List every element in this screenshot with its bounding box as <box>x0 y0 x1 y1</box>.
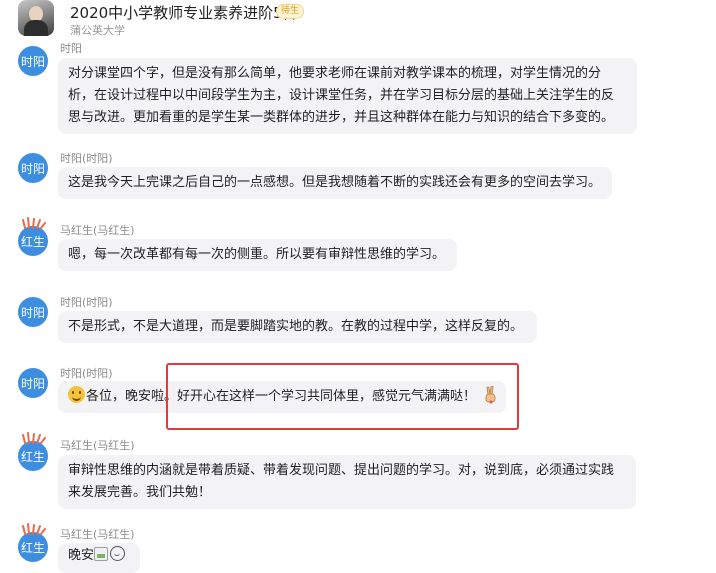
message-line: 思与改进。更加看重的是学生某一类群体的进步，并且这种群体在能力与知识的结合下多变… <box>68 110 615 125</box>
broken-image-icon <box>94 547 109 561</box>
message-line: 晚安 <box>68 548 95 563</box>
message-bubble: 对分课堂四个字，但是没有那么简单，他要求老师在课前对教学课本的梳理，对学生情况的… <box>58 58 637 134</box>
sender-name: 时阳 <box>60 42 82 55</box>
message-line: 不是形式，不是大道理，而是要脚踏实地的教。在教的过程中学，这样反复的。 <box>68 319 524 334</box>
sparkle-decoration-icon <box>22 432 46 444</box>
avatar[interactable]: 红生 <box>18 432 48 471</box>
group-subtitle: 蒲公英大学 <box>70 24 125 37</box>
sender-name: 马红生(马红生) <box>60 439 135 452</box>
message-bubble: 晚安 <box>58 543 140 573</box>
message-line: 这是我今天上完课之后自己的一点感想。但是我想随着不断的实践还会有更多的空间去学习… <box>68 175 602 190</box>
sender-name: 马红生(马红生) <box>60 528 135 541</box>
avatar[interactable]: 时阳 <box>18 46 48 76</box>
group-title: 2020中小学教师专业素养进阶5群 <box>70 4 298 22</box>
message-line: 审辩性思维的内涵就是带着质疑、带着发现问题、提出问题的学习。对，说到底，必须通过… <box>68 463 615 478</box>
highlight-annotation-box <box>166 363 519 430</box>
group-avatar[interactable] <box>18 0 54 36</box>
avatar[interactable]: 红生 <box>18 523 48 562</box>
message-line: 嗯，每一次改革都有每一次的侧重。所以要有审辩性思维的学习。 <box>68 247 446 262</box>
avatar[interactable]: 时阳 <box>18 368 48 398</box>
message-bubble: 这是我今天上完课之后自己的一点感想。但是我想随着不断的实践还会有更多的空间去学习… <box>58 167 612 199</box>
avatar[interactable]: 时阳 <box>18 297 48 327</box>
message-bubble: 不是形式，不是大道理，而是要脚踏实地的教。在教的过程中学，这样反复的。 <box>58 311 537 343</box>
group-badge: 待生 <box>276 4 305 19</box>
message-bubble: 嗯，每一次改革都有每一次的侧重。所以要有审辩性思维的学习。 <box>58 239 457 271</box>
sparkle-decoration-icon <box>22 523 46 535</box>
smiling-face-emoji-icon <box>68 386 85 403</box>
sender-name: 时阳(时阳) <box>60 296 113 309</box>
message-line: 析，在设计过程中以中间段学生为主，设计课堂任务，并在学习目标分层的基础上关注学生… <box>68 88 615 103</box>
chat-header: 2020中小学教师专业素养进阶5群 待生 蒲公英大学 <box>0 0 716 40</box>
message-line: 来发展完善。我们共勉！ <box>68 485 212 500</box>
sender-name: 时阳(时阳) <box>60 367 113 380</box>
avatar[interactable]: 时阳 <box>18 153 48 183</box>
message-line: 对分课堂四个字，但是没有那么简单，他要求老师在课前对教学课本的梳理，对学生情况的… <box>68 66 602 81</box>
avatar[interactable]: 红生 <box>18 217 48 256</box>
sender-name: 时阳(时阳) <box>60 152 113 165</box>
sender-name: 马红生(马红生) <box>60 224 135 237</box>
message-bubble: 审辩性思维的内涵就是带着质疑、带着发现问题、提出问题的学习。对，说到底，必须通过… <box>58 455 636 509</box>
smiley-outline-emoji-icon <box>110 546 126 561</box>
sparkle-decoration-icon <box>22 217 46 229</box>
